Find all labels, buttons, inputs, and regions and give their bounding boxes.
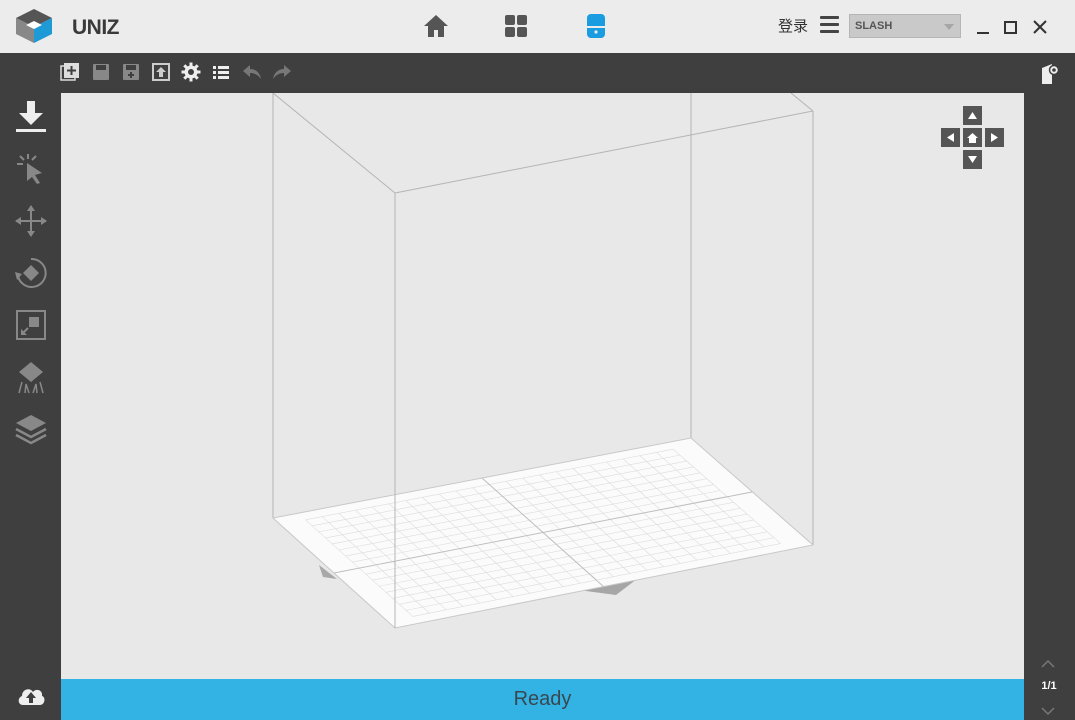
cloud-upload-icon <box>18 689 45 705</box>
3d-viewport[interactable] <box>61 93 1024 679</box>
logo-cube-icon <box>16 9 52 43</box>
add-model-icon <box>60 63 79 81</box>
grid-icon <box>505 15 527 37</box>
arrow-up-icon <box>968 112 977 119</box>
chevron-down-icon <box>944 24 954 30</box>
rotate-tool[interactable] <box>14 256 48 290</box>
list-icon <box>213 66 229 79</box>
export-icon <box>152 63 170 81</box>
settings-button[interactable] <box>181 62 201 82</box>
redo-button[interactable] <box>271 62 291 82</box>
logo-text: UNIZ <box>72 16 120 39</box>
status-bar: Ready <box>61 679 1024 720</box>
status-text: Ready <box>513 688 572 710</box>
chevron-down-icon <box>1041 707 1055 716</box>
save-as-icon <box>123 64 139 80</box>
nav-printer-button[interactable] <box>581 12 611 40</box>
scale-tool[interactable] <box>14 308 48 342</box>
layers-tool[interactable] <box>14 412 48 446</box>
printer-icon <box>587 14 605 38</box>
view-navigation <box>941 106 1007 172</box>
arrow-left-icon <box>947 133 954 142</box>
view-right-button[interactable] <box>985 128 1004 147</box>
page-down-button[interactable] <box>1041 703 1055 716</box>
user-settings-icon <box>1042 64 1060 84</box>
home-icon <box>424 15 448 37</box>
arrow-down-icon <box>968 156 977 163</box>
save-icon <box>93 64 109 80</box>
account-settings-button[interactable] <box>1040 62 1060 86</box>
home-icon <box>967 132 978 143</box>
minimize-button[interactable] <box>975 19 991 35</box>
settings-icon <box>181 62 201 82</box>
login-link[interactable]: 登录 <box>778 15 808 36</box>
export-button[interactable] <box>151 62 171 82</box>
undo-button[interactable] <box>241 62 261 82</box>
page-up-button[interactable] <box>1041 656 1055 668</box>
scale-icon <box>16 310 46 340</box>
add-model-button[interactable] <box>60 62 80 82</box>
close-button[interactable] <box>1032 19 1048 35</box>
printer-select-value: SLASH <box>855 20 893 32</box>
import-icon <box>16 101 46 132</box>
support-icon <box>18 362 44 394</box>
redo-icon <box>273 65 291 79</box>
cloud-upload-button[interactable] <box>16 683 46 707</box>
nav-dashboard-button[interactable] <box>501 12 531 40</box>
app-logo: UNIZ <box>12 7 122 45</box>
rotate-icon <box>15 257 47 288</box>
view-home-button[interactable] <box>963 128 982 147</box>
view-up-button[interactable] <box>963 106 982 125</box>
select-tool[interactable] <box>14 153 48 187</box>
save-as-button[interactable] <box>121 62 141 82</box>
menu-button[interactable] <box>820 16 839 35</box>
save-button[interactable] <box>91 62 111 82</box>
view-left-button[interactable] <box>941 128 960 147</box>
page-indicator: 1/1 <box>1041 680 1057 692</box>
title-bar: UNIZ 登录 SLASH <box>0 0 1075 53</box>
move-tool[interactable] <box>14 204 48 238</box>
select-icon <box>17 154 42 184</box>
close-icon <box>1033 20 1047 34</box>
undo-icon <box>243 65 261 79</box>
maximize-icon <box>1004 21 1017 34</box>
maximize-button[interactable] <box>1003 19 1019 35</box>
support-tool[interactable] <box>14 360 48 394</box>
import-button[interactable] <box>14 100 48 134</box>
list-button[interactable] <box>211 62 231 82</box>
nav-home-button[interactable] <box>421 12 451 40</box>
move-icon <box>15 205 47 237</box>
printer-select[interactable]: SLASH <box>849 14 961 38</box>
chevron-up-icon <box>1041 659 1055 668</box>
arrow-right-icon <box>991 133 998 142</box>
minimize-icon <box>977 32 989 34</box>
layers-icon <box>15 415 47 445</box>
view-down-button[interactable] <box>963 150 982 169</box>
build-volume-scene <box>271 93 815 629</box>
